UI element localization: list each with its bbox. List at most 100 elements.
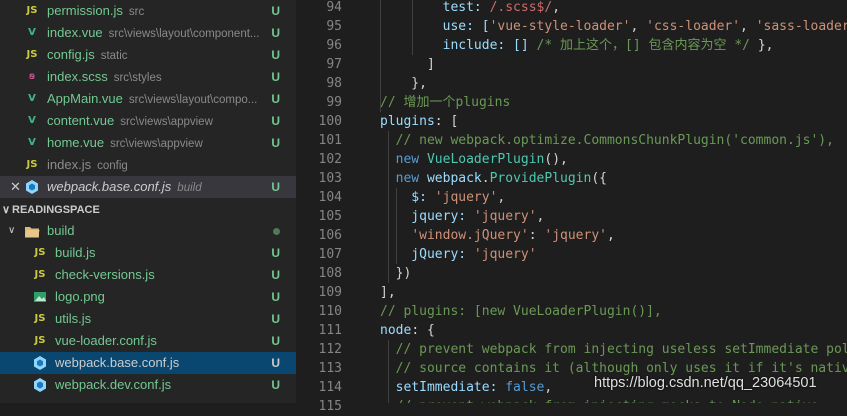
code-token: node: [380, 323, 412, 338]
line-number: 109: [318, 285, 342, 300]
open-editor-item[interactable]: Vindex.vue src\views\layout\component... U: [0, 22, 296, 44]
folder-label: build: [47, 223, 75, 238]
code-token: // 增加一个plugins: [380, 95, 511, 110]
line-number: 100: [318, 114, 342, 129]
open-editor-item[interactable]: JS permission.js src U: [0, 0, 296, 22]
code-token: (),: [544, 152, 568, 167]
file-name: webpack.base.conf.js build: [47, 179, 202, 194]
workspace-title: READINGSPACE: [12, 204, 100, 216]
file-path: src\views\layout\component...: [108, 28, 260, 40]
code-token: // source contains it (although only use…: [380, 361, 847, 376]
line-number: 115: [318, 399, 342, 414]
line-number: 104: [318, 190, 342, 205]
code-editor[interactable]: test: /.scss$/, use: ['vue-style-loader'…: [380, 0, 847, 403]
file-name: webpack.dev.conf.js: [55, 377, 172, 392]
code-token: ({: [591, 171, 607, 186]
code-token: ,: [544, 380, 553, 395]
code-token: 'css-loader': [646, 19, 741, 34]
code-token: test:: [380, 0, 490, 15]
file-tree-item[interactable]: logo.png U: [0, 286, 296, 308]
line-number: 112: [318, 342, 342, 357]
code-token: ]: [380, 57, 435, 72]
untracked-badge: U: [271, 290, 280, 304]
webpack-file-icon: [32, 374, 48, 396]
folder-build[interactable]: ∨ build: [0, 220, 296, 242]
code-token: ProvidePlugin: [489, 171, 592, 186]
code-token: ,: [607, 228, 615, 243]
open-editor-item[interactable]: ꞩ index.scss src\styles U: [0, 66, 296, 88]
code-line: // plugins: [new VueLoaderPlugin()],: [380, 302, 662, 321]
file-name: build.js: [55, 245, 96, 260]
code-token: // plugins: [new VueLoaderPlugin()],: [380, 304, 662, 319]
file-tree-item[interactable]: JS check-versions.js U: [0, 264, 296, 286]
code-token: ],: [380, 285, 396, 300]
file-name: utils.js: [55, 311, 92, 326]
js-file-icon: JS: [26, 49, 38, 60]
line-number: 99: [326, 95, 342, 110]
code-token: },: [750, 38, 774, 53]
line-number: 114: [318, 380, 342, 395]
code-line: }): [380, 264, 412, 283]
file-name: index.scss src\styles: [47, 69, 162, 84]
file-tree-item[interactable]: webpack.dev.conf.js U: [0, 374, 296, 396]
code-token: use: [: [380, 19, 490, 34]
untracked-badge: U: [271, 246, 280, 260]
code-token: ,: [497, 190, 506, 205]
image-file-icon: [32, 286, 48, 308]
code-token: 'jquery': [473, 209, 537, 224]
line-number: 110: [318, 304, 342, 319]
workspace-section-header[interactable]: ∨ READINGSPACE: [0, 200, 296, 220]
code-line: plugins: [: [380, 112, 458, 131]
untracked-badge: U: [271, 114, 280, 128]
untracked-badge: U: [271, 136, 280, 150]
open-editor-item[interactable]: Vhome.vue src\views\appview U: [0, 132, 296, 154]
close-icon[interactable]: ✕: [10, 176, 21, 198]
code-token: VueLoaderPlugin: [426, 152, 545, 167]
file-tree-item[interactable]: webpack.base.conf.js U: [0, 352, 296, 374]
code-token: },: [380, 76, 427, 91]
code-line: 'window.jQuery': 'jquery',: [380, 226, 615, 245]
code-line: test: /.scss$/,: [380, 0, 560, 17]
folder-open-icon: [24, 220, 40, 242]
open-editor-item[interactable]: ✕ webpack.base.conf.js build U: [0, 176, 296, 198]
untracked-badge: U: [271, 70, 280, 84]
file-path: config: [97, 160, 128, 172]
code-token: ,: [740, 19, 756, 34]
file-tree-item[interactable]: JS build.js U: [0, 242, 296, 264]
code-token: : [: [434, 114, 459, 129]
line-number: 105: [318, 209, 342, 224]
code-line: // prevent webpack from injecting useles…: [380, 340, 847, 359]
js-file-icon: JS: [34, 269, 46, 280]
untracked-badge: U: [271, 334, 280, 348]
line-number: 102: [318, 152, 342, 167]
file-name: index.vue src\views\layout\component...: [47, 25, 260, 40]
file-tree-item[interactable]: JS vue-loader.conf.js U: [0, 330, 296, 352]
code-token: /.scss$/: [489, 0, 553, 15]
line-number: 111: [318, 323, 342, 338]
code-token: ,: [552, 0, 561, 15]
scss-file-icon: ꞩ: [29, 71, 35, 82]
code-token: : {: [411, 323, 435, 338]
line-number: 98: [326, 76, 342, 91]
file-tree-item[interactable]: JS utils.js U: [0, 308, 296, 330]
untracked-badge: U: [271, 356, 280, 370]
code-token: 'vue-style-loader': [489, 19, 631, 34]
open-editor-item[interactable]: JS config.js static U: [0, 44, 296, 66]
open-editor-item[interactable]: V AppMain.vue src\views\layout\compo... U: [0, 88, 296, 110]
open-editor-item[interactable]: JS index.js config: [0, 154, 296, 176]
modified-dot: [273, 228, 280, 235]
file-path: src\views\layout\compo...: [128, 94, 258, 106]
code-line: },: [380, 74, 427, 93]
code-line: new webpack.ProvidePlugin({: [380, 169, 607, 188]
code-line: $: 'jquery',: [380, 188, 505, 207]
code-token: jquery:: [380, 209, 474, 224]
js-file-icon: JS: [26, 159, 38, 170]
vue-file-icon: V: [28, 93, 36, 104]
file-path: src: [128, 6, 145, 18]
open-editor-item[interactable]: Vcontent.vue src\views\appview U: [0, 110, 296, 132]
untracked-badge: U: [271, 378, 280, 392]
line-number: 103: [318, 171, 342, 186]
